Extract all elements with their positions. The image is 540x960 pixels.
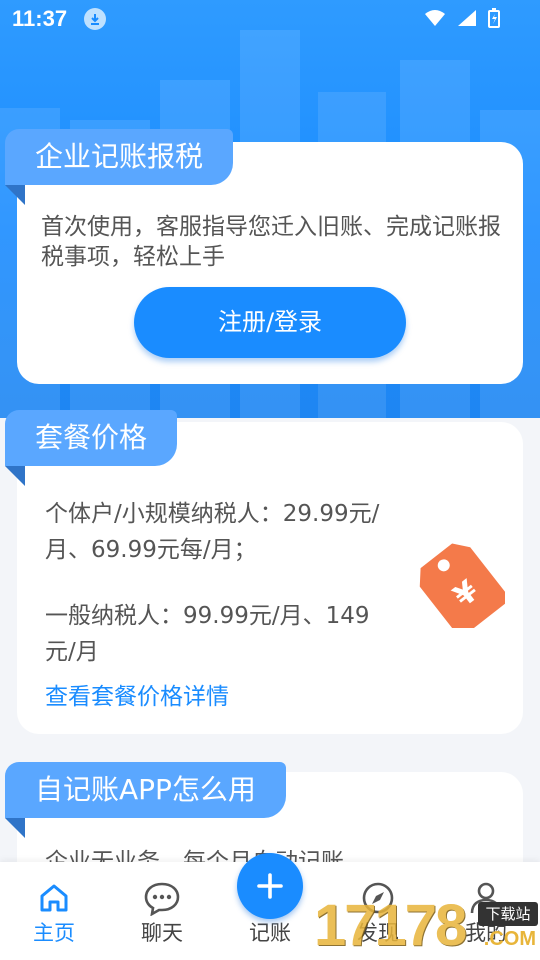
tab-fold-decoration [5, 818, 25, 838]
status-time: 11:37 [12, 6, 68, 31]
nav-chat[interactable]: 聊天 [108, 862, 216, 960]
plus-icon [257, 873, 283, 899]
status-bar: 11:37 [0, 0, 540, 36]
download-icon [84, 8, 106, 30]
signal-icon [457, 9, 477, 31]
nav-chat-label: 聊天 [141, 921, 183, 945]
pricing-small-taxpayer: 个体户/小规模纳税人：29.99元/月、69.99元每/月； [45, 501, 380, 563]
home-icon [36, 880, 72, 916]
chat-icon [144, 880, 180, 917]
nav-bookkeeping-label: 记账 [249, 921, 291, 945]
onboarding-description: 首次使用，客服指导您迁入旧账、完成记账报税事项，轻松上手 [41, 214, 501, 270]
register-login-button[interactable]: 注册/登录 [134, 287, 406, 358]
price-tag-icon: ¥ [415, 528, 509, 637]
wifi-icon [424, 9, 446, 31]
site-watermark: 17178 下载站 .COM [314, 892, 540, 960]
tab-fold-decoration [5, 185, 25, 205]
pricing-general-taxpayer: 一般纳税人：99.99元/月、149元/月 [45, 603, 370, 665]
pricing-title: 套餐价格 [5, 410, 178, 466]
tab-fold-decoration [5, 466, 25, 486]
pricing-card: 个体户/小规模纳税人：29.99元/月、69.99元每/月； 一般纳税人：99.… [17, 422, 523, 734]
watermark-badge: 下载站 [478, 902, 538, 926]
add-record-button[interactable] [237, 853, 303, 919]
watermark-number: 17178 [314, 893, 467, 958]
nav-home[interactable]: 主页 [0, 862, 108, 960]
nav-home-label: 主页 [33, 921, 75, 945]
watermark-suffix: .COM [483, 928, 536, 950]
view-pricing-details-link[interactable]: 查看套餐价格详情 [45, 677, 229, 711]
onboarding-title: 企业记账报税 [5, 129, 234, 185]
battery-icon [488, 8, 500, 32]
howto-title: 自记账APP怎么用 [5, 762, 286, 818]
